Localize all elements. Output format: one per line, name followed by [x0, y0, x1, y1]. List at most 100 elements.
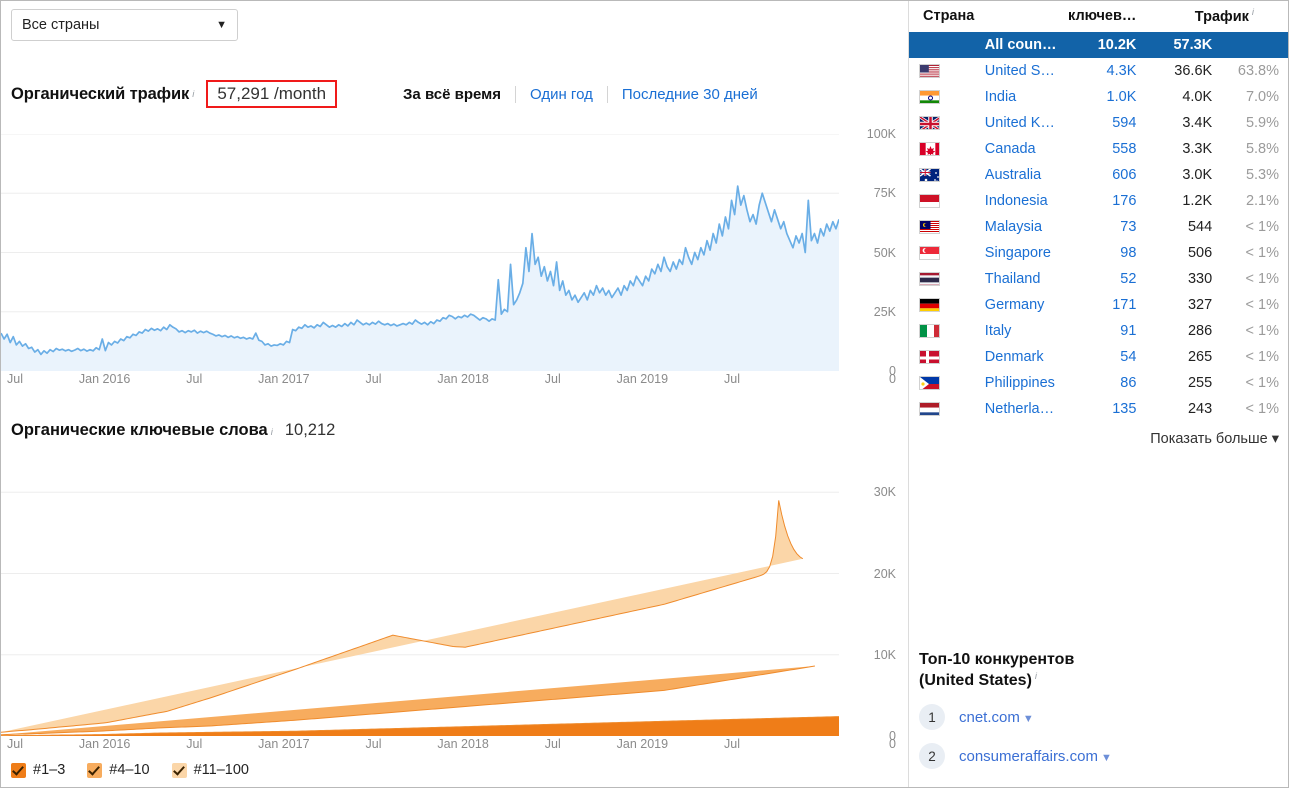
country-share: < 1% [1245, 374, 1279, 391]
legend-item-4-10[interactable]: #4–10 [87, 762, 150, 778]
checkbox-4-10[interactable] [87, 762, 103, 778]
competitor-domain-link[interactable]: consumeraffairs.com ▼ [959, 748, 1112, 765]
table-row[interactable]: Malaysia 73 544 < 1% [909, 214, 1288, 240]
y-axis-tick: 75K [873, 186, 896, 201]
organic-traffic-chart[interactable]: 0 25K 50K 75K 100K [1, 127, 908, 378]
legend-label-11-100: #11–100 [193, 762, 249, 778]
legend-item-1-3[interactable]: #1–3 [11, 762, 65, 778]
table-row[interactable]: All count… 10.2K 57.3K [909, 31, 1288, 58]
table-row[interactable]: Thailand 52 330 < 1% [909, 266, 1288, 292]
competitor-domain-link[interactable]: cnet.com ▼ [959, 709, 1034, 726]
table-row[interactable]: United K… 594 3.4K 5.9% [909, 110, 1288, 136]
tab-last-30-days[interactable]: Последние 30 дней [608, 86, 772, 103]
country-name[interactable]: Canada [985, 136, 1061, 162]
table-row[interactable]: Germany 171 327 < 1% [909, 292, 1288, 318]
country-share: < 1% [1245, 400, 1279, 417]
country-keywords: 10.2K [1097, 36, 1137, 53]
table-row[interactable]: Denmark 54 265 < 1% [909, 344, 1288, 370]
y-axis-tick: 100K [866, 127, 896, 141]
country-keywords: 558 [1112, 140, 1137, 157]
checkbox-1-3[interactable] [11, 762, 26, 778]
country-traffic: 36.6K [1174, 62, 1213, 79]
keywords-x-axis: Jul Jan 2016 Jul Jan 2017 Jul Jan 2018 Jul Jan … [1, 737, 908, 757]
table-row[interactable]: Singapore 98 506 < 1% [909, 240, 1288, 266]
organic-keywords-value: 10,212 [284, 421, 336, 439]
table-row[interactable]: Canada 558 3.3K 5.8% [909, 136, 1288, 162]
country-name[interactable]: Indonesia [985, 188, 1061, 214]
country-flag [909, 396, 985, 422]
chevron-down-icon[interactable]: ▼ [1101, 752, 1112, 764]
competitor-item[interactable]: 1 cnet.com ▼ [919, 704, 1278, 731]
country-name[interactable]: Australia [985, 162, 1061, 188]
country-name[interactable]: Denmark [985, 344, 1061, 370]
competitor-item[interactable]: 2 consumeraffairs.com ▼ [919, 743, 1278, 770]
col-header-country[interactable]: Страна [909, 1, 1061, 32]
country-traffic: 330 [1187, 270, 1213, 287]
charts-panel: Все страны ▼ Органический трафик i 57,291… [1, 1, 909, 787]
country-keywords: 171 [1112, 296, 1137, 313]
col-header-traffic[interactable]: Трафик i [1136, 1, 1288, 32]
table-header-row: Страна ключев… Трафик i [909, 1, 1288, 32]
info-icon[interactable]: i [1035, 671, 1037, 682]
country-name[interactable]: Germany [985, 292, 1061, 318]
show-more-countries[interactable]: Показать больше ▾ [909, 422, 1288, 447]
chevron-down-icon[interactable]: ▼ [1023, 713, 1034, 725]
flag-icon [919, 246, 940, 260]
organic-traffic-header: Органический трафик i 57,291 /month За вс… [11, 77, 898, 111]
country-name[interactable]: All count… [985, 32, 1061, 58]
country-traffic: 544 [1187, 218, 1213, 235]
country-traffic: 286 [1187, 322, 1213, 339]
country-name[interactable]: Netherla… [985, 396, 1061, 422]
country-keywords: 135 [1112, 400, 1137, 417]
country-traffic: 255 [1187, 374, 1213, 391]
country-name[interactable]: Singapore [985, 240, 1061, 266]
country-name[interactable]: Italy [985, 318, 1061, 344]
country-share: < 1% [1245, 270, 1279, 287]
competitor-rank: 1 [919, 704, 945, 731]
organic-keywords-chart[interactable]: 0 10K 20K 30K [1, 476, 908, 743]
checkbox-11-100[interactable] [171, 762, 187, 778]
country-filter-select[interactable]: Все страны ▼ [11, 9, 238, 41]
country-keywords: 1.0K [1106, 88, 1137, 105]
info-icon[interactable]: i [1252, 7, 1254, 18]
country-name[interactable]: Thailand [985, 266, 1061, 292]
x-axis-tick: Jul [724, 737, 740, 751]
country-keywords: 86 [1120, 374, 1137, 391]
organic-keywords-header: Органические ключевые слова i 10,212 [11, 421, 335, 440]
x-axis-tick: 0 [889, 372, 896, 386]
country-share: < 1% [1245, 348, 1279, 365]
table-row[interactable]: Australia 606 3.0K 5.3% [909, 162, 1288, 188]
country-keywords: 52 [1120, 270, 1137, 287]
info-icon[interactable]: i [192, 89, 194, 100]
legend-item-11-100[interactable]: #11–100 [171, 762, 249, 778]
country-name[interactable]: India [985, 84, 1061, 110]
table-row[interactable]: Netherla… 135 243 < 1% [909, 396, 1288, 422]
tab-all-time[interactable]: За всё время [389, 86, 515, 103]
table-row[interactable]: United S… 4.3K 36.6K 63.8% [909, 58, 1288, 84]
country-name[interactable]: Philippines [985, 370, 1061, 396]
tab-one-year[interactable]: Один год [516, 86, 607, 103]
table-row[interactable]: India 1.0K 4.0K 7.0% [909, 84, 1288, 110]
competitors-list: 1 cnet.com ▼ 2 consumeraffairs.com ▼ [919, 704, 1278, 770]
country-keywords: 176 [1112, 192, 1137, 209]
col-header-keywords[interactable]: ключев… [1060, 1, 1137, 32]
x-axis-tick: Jul [365, 372, 382, 386]
country-traffic: 57.3K [1173, 36, 1213, 53]
country-share: < 1% [1245, 296, 1279, 313]
top-competitors-section: Топ-10 конкурентов (United States) i 1 cne… [909, 649, 1288, 770]
table-row[interactable]: Indonesia 176 1.2K 2.1% [909, 188, 1288, 214]
y-axis-tick: 50K [873, 245, 896, 260]
table-row[interactable]: Italy 91 286 < 1% [909, 318, 1288, 344]
flag-icon [919, 402, 940, 416]
country-name[interactable]: United K… [985, 110, 1061, 136]
table-row[interactable]: Philippines 86 255 < 1% [909, 370, 1288, 396]
x-axis-tick: Jan 2016 [78, 737, 131, 751]
x-axis-tick: Jul [7, 372, 23, 386]
country-traffic: 506 [1187, 244, 1213, 261]
x-axis-tick: Jul [186, 737, 203, 751]
info-icon[interactable]: i [271, 427, 273, 438]
country-share: 5.8% [1245, 140, 1279, 157]
country-name[interactable]: Malaysia [985, 214, 1061, 240]
country-keywords: 98 [1120, 244, 1137, 261]
country-name[interactable]: United S… [985, 58, 1061, 84]
